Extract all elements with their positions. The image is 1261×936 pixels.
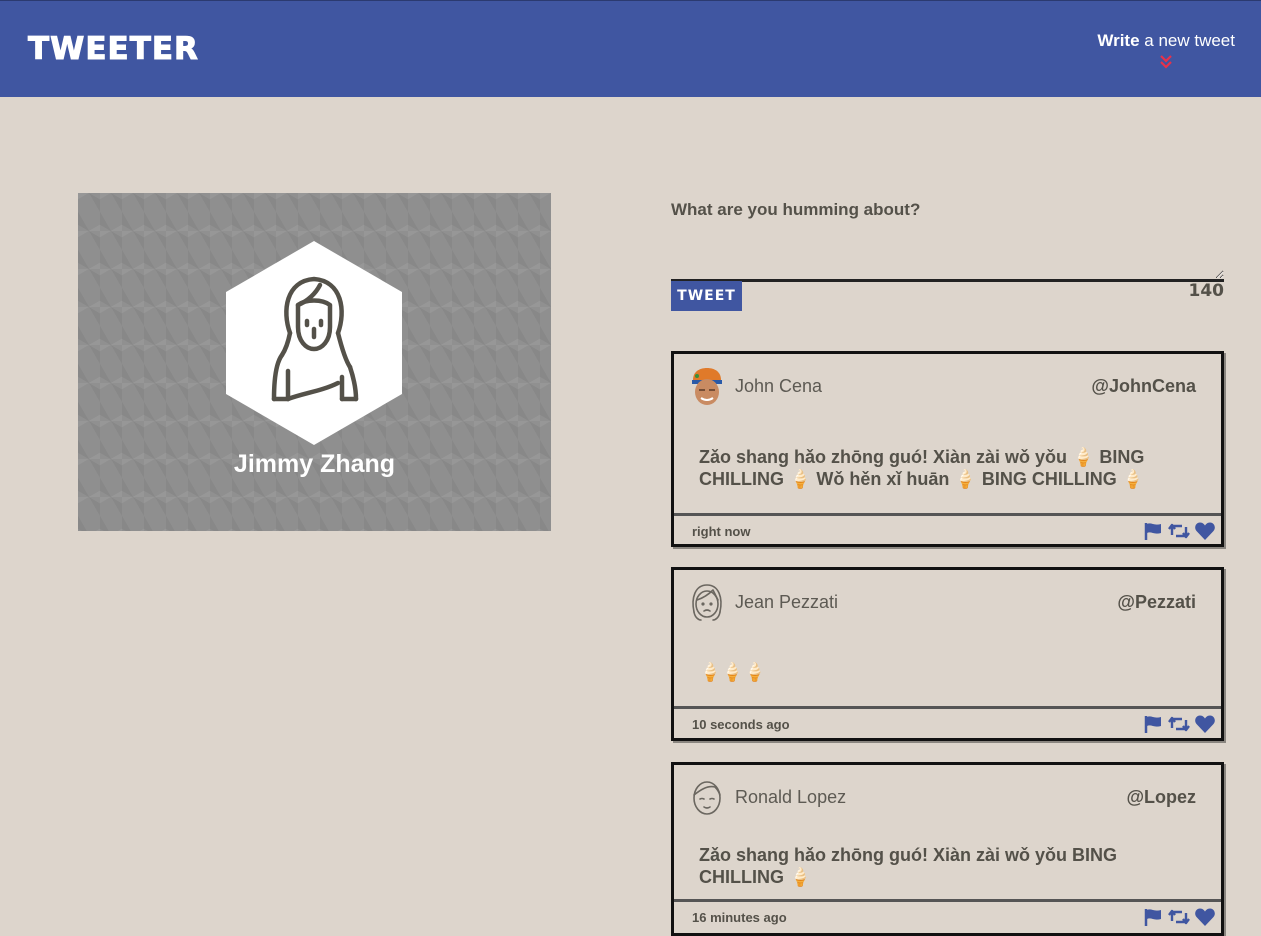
tweet-card: Jean Pezzati @Pezzati 🍦🍦🍦 10 seconds ago xyxy=(671,567,1224,741)
tweet-actions xyxy=(1142,907,1216,927)
tweet-author-name[interactable]: Ronald Lopez xyxy=(735,787,846,808)
photo-avatar-icon xyxy=(692,368,722,405)
tweet-header: Ronald Lopez @Lopez xyxy=(674,765,1221,833)
flag-icon[interactable] xyxy=(1142,521,1164,541)
tweet-actions xyxy=(1142,521,1216,541)
tweet-composer: What are you humming about? TWEET 140 xyxy=(671,200,1224,311)
profile-name: Jimmy Zhang xyxy=(233,450,396,478)
brand-logo[interactable]: TWEETER xyxy=(28,31,199,68)
tweet-timestamp: 10 seconds ago xyxy=(692,717,790,732)
retweet-icon[interactable] xyxy=(1168,521,1190,541)
woman-avatar-icon xyxy=(271,276,359,402)
tweet-timestamp: 16 minutes ago xyxy=(692,910,787,925)
tweet-author-handle[interactable]: @Pezzati xyxy=(1117,592,1196,613)
heart-icon[interactable] xyxy=(1194,907,1216,927)
heart-icon[interactable] xyxy=(1194,521,1216,541)
retweet-icon[interactable] xyxy=(1168,714,1190,734)
man-outline-avatar-icon xyxy=(693,781,721,815)
tweet-author-name[interactable]: Jean Pezzati xyxy=(735,592,838,613)
tweet-footer: right now xyxy=(674,513,1221,548)
tweet-text: 🍦🍦🍦 xyxy=(699,662,767,682)
tweet-timestamp: right now xyxy=(692,524,751,539)
flag-icon[interactable] xyxy=(1142,714,1164,734)
profile-card: Jimmy Zhang xyxy=(78,193,551,531)
character-counter: 140 xyxy=(1188,281,1225,301)
tweet-text-container: Zǎo shang hǎo zhōng guó! Xiàn zài wǒ yǒu… xyxy=(674,833,1221,899)
write-new-tweet-toggle[interactable]: Write a new tweet xyxy=(1097,31,1235,70)
tweet-button[interactable]: TWEET xyxy=(671,281,742,311)
tweet-text-container: Zǎo shang hǎo zhōng guó! Xiàn zài wǒ yǒu… xyxy=(674,422,1221,513)
new-tweet-label: a new tweet xyxy=(1139,31,1235,50)
double-chevron-down-icon[interactable] xyxy=(1158,54,1174,70)
tweet-text-container: 🍦🍦🍦 xyxy=(674,638,1221,706)
tweet-input[interactable] xyxy=(671,228,1224,282)
tweet-header: John Cena @JohnCena xyxy=(674,354,1221,422)
write-label: Write xyxy=(1097,31,1140,50)
heart-icon[interactable] xyxy=(1194,714,1216,734)
tweet-text: Zǎo shang hǎo zhōng guó! Xiàn zài wǒ yǒu… xyxy=(699,446,1145,489)
retweet-icon[interactable] xyxy=(1168,907,1190,927)
tweet-author-handle[interactable]: @JohnCena xyxy=(1091,376,1196,397)
tweet-footer: 10 seconds ago xyxy=(674,706,1221,741)
profile-avatar-hexagon xyxy=(226,241,402,445)
tweet-card: Ronald Lopez @Lopez Zǎo shang hǎo zhōng … xyxy=(671,762,1224,936)
top-nav-bar: TWEETER Write a new tweet xyxy=(0,0,1261,97)
woman-outline-avatar-icon xyxy=(692,584,722,621)
tweet-card: John Cena @JohnCena Zǎo shang hǎo zhōng … xyxy=(671,351,1224,547)
tweet-author-handle[interactable]: @Lopez xyxy=(1126,787,1196,808)
tweet-header: Jean Pezzati @Pezzati xyxy=(674,570,1221,638)
tweet-actions xyxy=(1142,714,1216,734)
tweet-footer: 16 minutes ago xyxy=(674,899,1221,934)
composer-label: What are you humming about? xyxy=(671,200,921,219)
flag-icon[interactable] xyxy=(1142,907,1164,927)
tweet-text: Zǎo shang hǎo zhōng guó! Xiàn zài wǒ yǒu… xyxy=(699,845,1117,887)
tweet-author-name[interactable]: John Cena xyxy=(735,376,822,397)
